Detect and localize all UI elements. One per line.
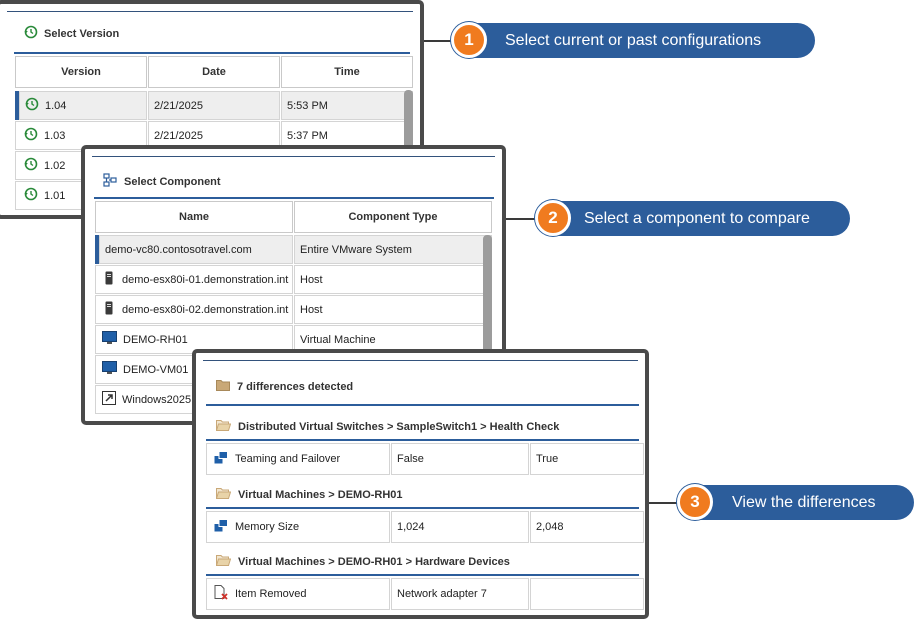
panel-divider <box>7 11 413 12</box>
new-value[interactable] <box>530 578 644 610</box>
table-row[interactable]: demo-esx80i-01.demonstration.int <box>95 265 293 294</box>
column-header-time[interactable]: Time <box>281 56 413 88</box>
component-name: Windows2025 <box>122 393 192 406</box>
difference-row[interactable]: Memory Size <box>206 511 390 543</box>
column-header-component-type[interactable]: Component Type <box>294 201 492 233</box>
version-value: 1.02 <box>44 159 66 172</box>
monitor-icon <box>102 361 117 378</box>
callout-text: Select current or past configurations <box>505 31 762 49</box>
time-value[interactable]: 5:53 PM <box>281 91 413 120</box>
difference-group-header[interactable]: Distributed Virtual Switches > SampleSwi… <box>215 419 560 434</box>
step-badge-2: 2 <box>535 200 571 236</box>
component-type[interactable]: Host <box>294 265 492 294</box>
server-icon <box>105 301 113 318</box>
setting-name: Item Removed <box>235 588 307 600</box>
new-value[interactable]: 2,048 <box>530 511 644 543</box>
setting-icon <box>214 519 228 535</box>
open-folder-icon <box>215 487 232 502</box>
step-badge-3: 3 <box>677 484 713 520</box>
component-panel-title: Select Component <box>124 175 221 188</box>
component-name[interactable]: demo-vc80.contosotravel.com <box>99 235 293 264</box>
component-type[interactable]: Host <box>294 295 492 324</box>
component-tree-icon <box>103 173 118 190</box>
open-folder-icon <box>215 419 232 434</box>
difference-group-header[interactable]: Virtual Machines > DEMO-RH01 > Hardware … <box>215 554 510 569</box>
version-value: 1.03 <box>44 129 66 142</box>
panel-title: Select Version <box>24 25 119 42</box>
table-row[interactable]: demo-esx80i-02.demonstration.int <box>95 295 293 324</box>
group-path: Distributed Virtual Switches > SampleSwi… <box>238 420 560 433</box>
setting-icon <box>214 451 228 467</box>
panel-title: Select Component <box>103 173 221 190</box>
differences-summary: 7 differences detected <box>216 379 353 394</box>
setting-name: Memory Size <box>235 521 300 533</box>
shortcut-icon <box>102 391 116 408</box>
history-icon <box>24 187 38 204</box>
panel-divider <box>92 156 495 157</box>
component-name: DEMO-VM01 <box>123 363 189 376</box>
callout-1: Select current or past configurations <box>470 23 815 58</box>
panel-divider <box>203 360 638 361</box>
difference-group-header[interactable]: Virtual Machines > DEMO-RH01 <box>215 487 403 502</box>
history-icon <box>25 97 39 114</box>
server-icon <box>105 271 113 288</box>
differences-panel: 7 differences detected Distributed Virtu… <box>192 349 649 619</box>
callout-3: View the differences <box>694 485 914 520</box>
folder-icon <box>216 379 230 394</box>
group-divider <box>206 439 639 441</box>
group-path: Virtual Machines > DEMO-RH01 > Hardware … <box>238 555 510 568</box>
group-path: Virtual Machines > DEMO-RH01 <box>238 488 403 501</box>
group-divider <box>206 507 639 509</box>
open-folder-icon <box>215 554 232 569</box>
history-icon <box>24 25 38 42</box>
old-value[interactable]: Network adapter 7 <box>391 578 529 610</box>
callout-text: Select a component to compare <box>584 209 810 227</box>
header-divider <box>94 197 494 199</box>
component-name: demo-esx80i-02.demonstration.int <box>122 303 289 316</box>
monitor-icon <box>102 331 117 348</box>
group-divider <box>206 574 639 576</box>
header-divider <box>14 52 410 54</box>
difference-row[interactable]: Item Removed <box>206 578 390 610</box>
setting-name: Teaming and Failover <box>235 453 341 465</box>
step-badge-1: 1 <box>451 22 487 58</box>
column-header-version[interactable]: Version <box>15 56 147 88</box>
column-header-date[interactable]: Date <box>148 56 280 88</box>
column-header-name[interactable]: Name <box>95 201 293 233</box>
version-panel-title: Select Version <box>44 27 120 40</box>
removed-item-icon <box>214 585 228 603</box>
version-value: 1.01 <box>44 189 66 202</box>
summary-text: 7 differences detected <box>237 380 354 393</box>
difference-row[interactable]: Teaming and Failover <box>206 443 390 475</box>
callout-2: Select a component to compare <box>550 201 850 236</box>
history-icon <box>24 157 38 174</box>
callout-text: View the differences <box>732 493 876 511</box>
component-name: demo-esx80i-01.demonstration.int <box>122 273 289 286</box>
component-name: DEMO-RH01 <box>123 333 188 346</box>
date-value[interactable]: 2/21/2025 <box>148 91 280 120</box>
new-value[interactable]: True <box>530 443 644 475</box>
component-type[interactable]: Entire VMware System <box>294 235 492 264</box>
version-value: 1.04 <box>45 99 67 112</box>
table-row[interactable]: 1.04 <box>19 91 147 120</box>
old-value[interactable]: False <box>391 443 529 475</box>
scrollbar-thumb[interactable] <box>483 235 492 365</box>
header-divider <box>206 404 639 406</box>
old-value[interactable]: 1,024 <box>391 511 529 543</box>
history-icon <box>24 127 38 144</box>
